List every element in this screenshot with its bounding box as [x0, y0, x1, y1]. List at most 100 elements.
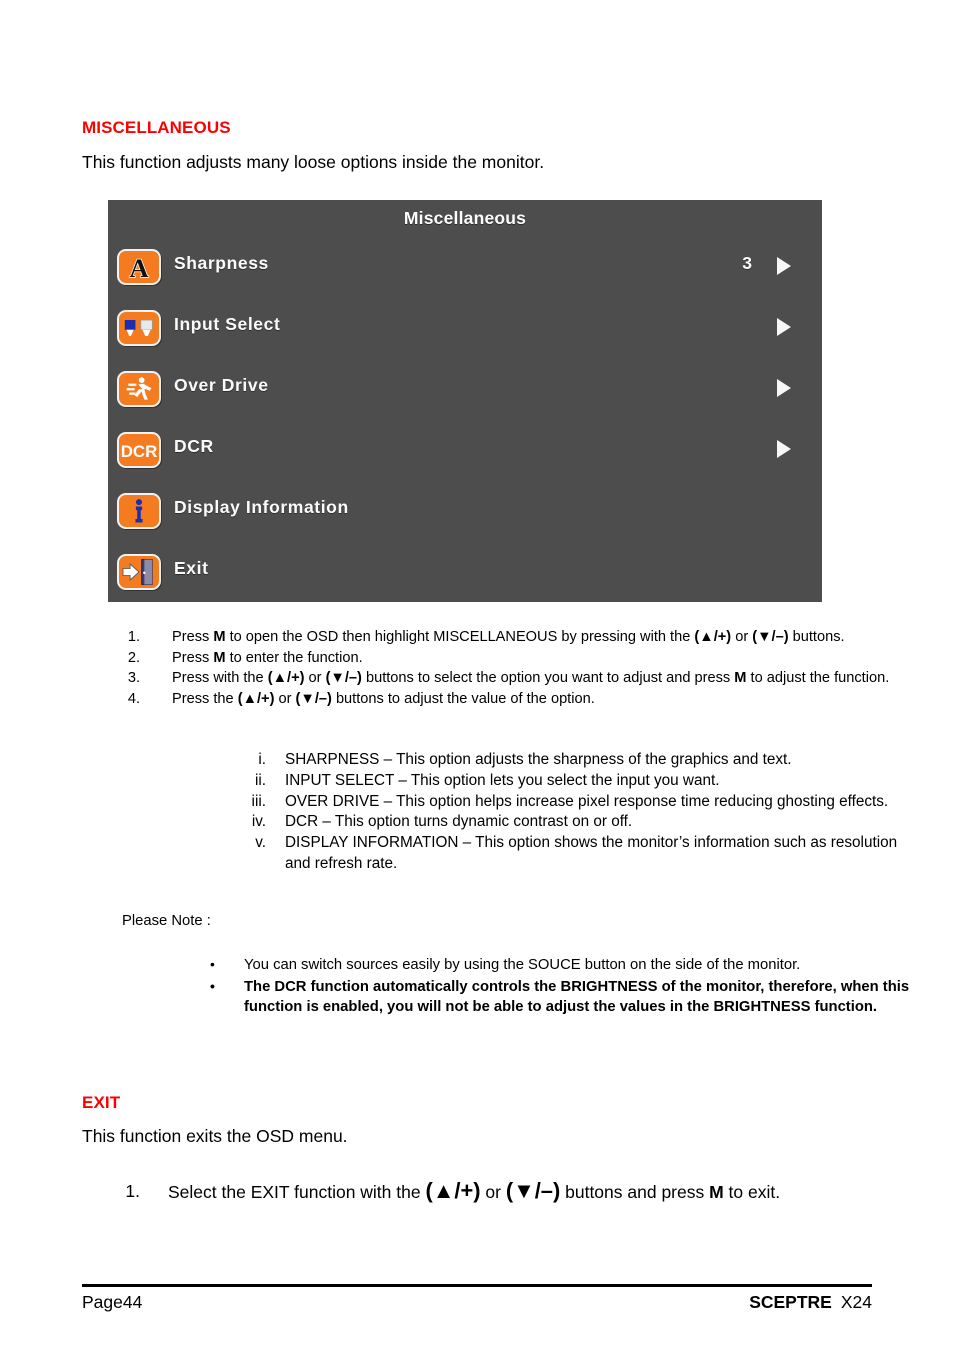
- exit-door-icon: [117, 554, 161, 590]
- osd-menu-panel: Miscellaneous A Sharpness 3 Input Select Ove…: [108, 200, 822, 602]
- osd-item-label: Display Information: [174, 497, 349, 517]
- page-title-exit: EXIT: [82, 1093, 121, 1112]
- option-description-text: DCR – This option turns dynamic contrast…: [285, 813, 633, 831]
- option-description-item: iii. OVER DRIVE – This option helps incre…: [118, 792, 918, 813]
- osd-menu-item-dcr[interactable]: DCR DCR: [108, 424, 822, 486]
- option-description-text: INPUT SELECT – This option lets you sele…: [285, 771, 720, 789]
- procedure-step: 2. Press M to enter the function.: [118, 648, 918, 669]
- display-information-info-icon: [117, 493, 161, 529]
- step-number: 4.: [127, 690, 140, 707]
- note-item: • You can switch sources easily by using …: [122, 955, 912, 975]
- text-run: buttons and press: [560, 1182, 710, 1202]
- option-description-text: OVER DRIVE – This option helps increase …: [285, 792, 889, 810]
- step-number: 2.: [127, 649, 140, 666]
- option-description-item: i. SHARPNESS – This option adjusts the sh…: [118, 750, 918, 771]
- text-run: Press the: [172, 690, 238, 707]
- step-text: Press M to enter the function.: [172, 648, 918, 669]
- over-drive-runner-icon: [117, 371, 161, 407]
- footer-page-number: Page44: [82, 1292, 143, 1312]
- roman-numeral: iii.: [251, 792, 266, 810]
- note-text: The DCR function automatically controls …: [244, 979, 910, 1015]
- text-run: Select the EXIT function with the: [168, 1182, 426, 1202]
- text-run: to exit.: [723, 1182, 781, 1202]
- osd-submenu-arrow-icon[interactable]: [777, 379, 791, 397]
- option-description-item: iv. DCR – This option turns dynamic contr…: [118, 812, 918, 833]
- text-run: to adjust the function.: [746, 670, 890, 686]
- text-run: or: [274, 690, 296, 707]
- text-run: or: [480, 1182, 506, 1202]
- footer-model: X24: [840, 1292, 872, 1312]
- osd-menu-item-over-drive[interactable]: Over Drive: [108, 363, 822, 425]
- osd-submenu-arrow-icon[interactable]: [777, 318, 791, 336]
- key-combo: (▲/+): [694, 629, 732, 645]
- step-text: Select the EXIT function with the (▲/+) …: [168, 1178, 781, 1203]
- text-run: or: [731, 629, 753, 645]
- bullet-icon: •: [210, 956, 215, 972]
- key-combo: (▲/+): [237, 690, 275, 707]
- procedure-step: 4. Press the (▲/+) or (▼/–) buttons to ad…: [118, 689, 918, 710]
- exit-procedure-list: 1. Select the EXIT function with the (▲/+…: [118, 1178, 918, 1205]
- key-combo: (▼/–): [325, 670, 362, 686]
- text-run: Press: [172, 629, 214, 645]
- osd-item-label: Exit: [174, 558, 209, 578]
- step-number: 1.: [127, 629, 140, 645]
- osd-menu-item-display-information[interactable]: Display Information: [108, 485, 822, 547]
- please-note-label: Please Note :: [122, 913, 211, 929]
- text-run: or: [304, 670, 326, 686]
- osd-menu-item-sharpness[interactable]: A Sharpness 3: [108, 241, 822, 303]
- key-m: M: [213, 629, 226, 645]
- key-m: M: [213, 649, 226, 666]
- procedure-step: 1. Press M to open the OSD then highlight…: [118, 627, 918, 648]
- procedure-step: 3. Press with the (▲/+) or (▼/–) buttons …: [118, 668, 918, 689]
- sharpness-letter-a-icon: A: [117, 249, 161, 285]
- footer-brand-model: SCEPTRE X24: [749, 1292, 872, 1313]
- text-run: Press: [172, 649, 214, 666]
- step-text: Press the (▲/+) or (▼/–) buttons to adju…: [172, 689, 918, 710]
- step-text: Press M to open the OSD then highlight M…: [172, 627, 918, 648]
- note-text: You can switch sources easily by using t…: [244, 957, 801, 973]
- text-run: buttons.: [788, 629, 845, 645]
- osd-item-label: DCR: [174, 436, 214, 456]
- footer-divider: [82, 1284, 872, 1287]
- option-description-item: ii. INPUT SELECT – This option lets you s…: [118, 771, 918, 792]
- key-combo: (▼/–): [752, 629, 789, 645]
- roman-numeral: ii.: [254, 771, 266, 789]
- osd-submenu-arrow-icon[interactable]: [777, 257, 791, 275]
- input-select-connector-icon: [117, 310, 161, 346]
- osd-menu-title: Miscellaneous: [403, 208, 527, 228]
- osd-menu-item-input-select[interactable]: Input Select: [108, 302, 822, 364]
- text-run: buttons to select the option you want to…: [361, 670, 735, 686]
- step-number: 1.: [125, 1181, 140, 1201]
- note-bullet-list: • You can switch sources easily by using …: [122, 955, 912, 1019]
- option-description-text: SHARPNESS – This option adjusts the shar…: [285, 751, 792, 768]
- option-description-text: DISPLAY INFORMATION – This option shows …: [285, 834, 898, 872]
- step-number: 3.: [127, 670, 140, 686]
- text-run: buttons to adjust the value of the optio…: [331, 690, 595, 707]
- exit-intro-text: This function exits the OSD menu.: [82, 1126, 348, 1146]
- key-combo: (▼/–): [295, 690, 332, 707]
- note-item: • The DCR function automatically controls…: [122, 977, 912, 1017]
- option-description-item: v. DISPLAY INFORMATION – This option show…: [118, 833, 918, 875]
- osd-menu-item-exit[interactable]: Exit: [108, 546, 822, 602]
- osd-item-label: Over Drive: [174, 375, 269, 395]
- text-run: to enter the function.: [225, 649, 363, 666]
- osd-item-label: Sharpness: [174, 253, 269, 273]
- key-combo: (▲/+): [425, 1178, 481, 1203]
- svg-text:A: A: [129, 253, 149, 283]
- roman-numeral: iv.: [251, 813, 266, 831]
- svg-text:DCR: DCR: [121, 442, 158, 461]
- option-descriptions-list: i. SHARPNESS – This option adjusts the sh…: [118, 750, 918, 875]
- text-run: Press with the: [172, 670, 268, 686]
- footer-brand: SCEPTRE: [749, 1292, 832, 1312]
- bullet-icon: •: [210, 978, 215, 994]
- procedure-list: 1. Press M to open the OSD then highlight…: [118, 627, 918, 709]
- dcr-icon: DCR: [117, 432, 161, 468]
- osd-submenu-arrow-icon[interactable]: [777, 440, 791, 458]
- osd-item-label: Input Select: [174, 314, 281, 334]
- manual-page: MISCELLANEOUS This function adjusts many…: [0, 0, 954, 1352]
- text-run: to open the OSD then highlight MISCELLAN…: [225, 629, 695, 645]
- miscellaneous-intro-text: This function adjusts many loose options…: [82, 152, 545, 172]
- osd-item-value: 3: [742, 253, 752, 273]
- key-combo: (▼/–): [505, 1178, 561, 1203]
- page-title-miscellaneous: MISCELLANEOUS: [82, 118, 231, 137]
